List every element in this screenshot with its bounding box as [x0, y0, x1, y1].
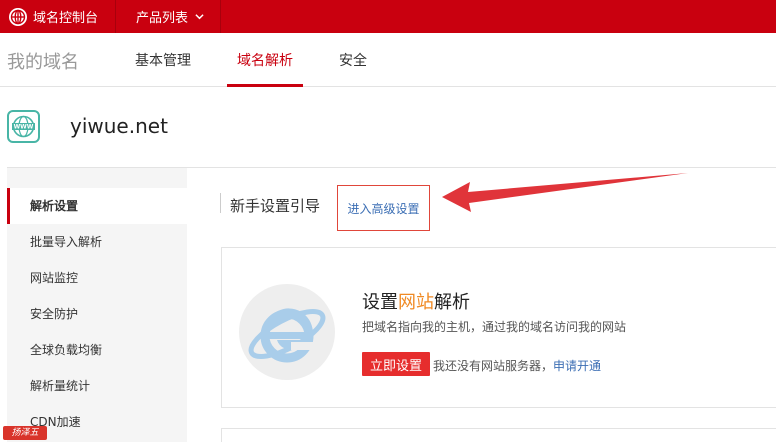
- top-bar: 域名控制台 产品列表: [0, 0, 776, 33]
- watermark-logo: 扬泽五: [3, 426, 47, 440]
- advanced-settings-link[interactable]: 进入高级设置: [337, 185, 430, 231]
- section-divider: [220, 193, 221, 213]
- card-title: 设置网站解析: [362, 292, 470, 313]
- tab-basic-management[interactable]: 基本管理: [135, 50, 191, 70]
- sidebar: 解析设置 批量导入解析 网站监控 安全防护 全球负载均衡 解析量统计 CDN加速: [7, 168, 187, 442]
- sidebar-item-global-load-balancing[interactable]: 全球负载均衡: [7, 332, 187, 368]
- no-server-text: 我还没有网站服务器，申请开通: [433, 359, 602, 373]
- sidebar-item-site-monitoring[interactable]: 网站监控: [7, 260, 187, 296]
- ie-icon: [239, 284, 335, 380]
- tab-security[interactable]: 安全: [339, 50, 367, 70]
- website-resolution-card: 设置网站解析 把域名指向我的主机，通过我的域名访问我的网站 立即设置 我还没有网…: [221, 247, 776, 408]
- globe-icon: [9, 7, 27, 26]
- svg-text:WWW: WWW: [14, 124, 34, 131]
- sidebar-item-resolution-settings[interactable]: 解析设置: [7, 188, 187, 224]
- brand-label: 域名控制台: [33, 11, 99, 26]
- card-title-highlight: 网站: [398, 292, 434, 313]
- domain-name: yiwue.net: [70, 114, 168, 138]
- page-title: 我的域名: [7, 52, 79, 73]
- sidebar-item-batch-import[interactable]: 批量导入解析: [7, 224, 187, 260]
- card-description: 把域名指向我的主机，通过我的域名访问我的网站: [362, 320, 627, 334]
- next-card: [221, 428, 776, 442]
- product-list-menu[interactable]: 产品列表: [117, 0, 221, 33]
- apply-link[interactable]: 申请开通: [553, 359, 601, 373]
- annotation-arrow-icon: [442, 173, 688, 212]
- setup-now-button[interactable]: 立即设置: [362, 352, 430, 376]
- active-tab-indicator: [227, 84, 303, 87]
- www-icon: WWW: [7, 110, 40, 143]
- section-title: 新手设置引导: [230, 197, 321, 215]
- console-home-link[interactable]: 域名控制台: [0, 0, 116, 33]
- sidebar-item-resolution-stats[interactable]: 解析量统计: [7, 368, 187, 404]
- tab-dns-resolution[interactable]: 域名解析: [237, 50, 293, 70]
- domain-nav-bar: 我的域名 基本管理 域名解析 安全: [0, 33, 776, 87]
- product-menu-label: 产品列表: [136, 11, 189, 26]
- chevron-down-icon: [195, 14, 204, 20]
- sidebar-item-security-protection[interactable]: 安全防护: [7, 296, 187, 332]
